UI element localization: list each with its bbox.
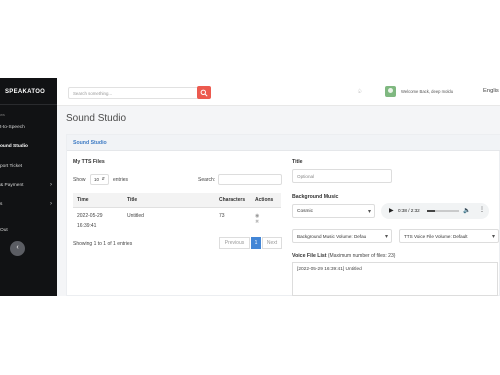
audio-player[interactable]: ▶ 0:38 / 2:32 🔈 ⋮ [381,203,489,219]
sidebar-divider [0,104,57,105]
sidebar-item-label: Out [0,228,8,233]
entries-count: 10 [94,177,99,182]
column-header-characters[interactable]: Characters [215,193,251,208]
sidebar: SPEAKATOO ws t-to-Speech ound Studio por… [0,78,57,296]
tts-files-table: Time Title Characters Actions 2022-05-29… [73,193,281,234]
time-clock: 16:39:41 [77,222,97,229]
card-header: Sound Studio [67,135,500,151]
sidebar-item-text-to-speech[interactable]: t-to-Speech [0,123,57,133]
search-placeholder: Search something... [73,91,113,96]
table-header-row: Time Title Characters Actions [73,193,281,208]
column-header-title[interactable]: Title [123,193,215,208]
background-volume-select[interactable]: Background Music Volume: Defau ▾ [292,229,392,243]
volume-icon[interactable]: 🔈 [463,207,470,214]
background-music-select[interactable]: Cosmic ▾ [292,204,375,218]
table-search-input[interactable] [218,174,282,185]
voice-file-list-hint: (Maximum number of files: 23) [327,253,396,259]
chevron-right-icon: › [50,201,52,207]
entries-select[interactable]: 10 ⇵ [90,174,109,185]
pagination-next[interactable]: Next [262,237,282,249]
time-date: 2022-05-29 [77,212,103,219]
sidebar-item-payment[interactable]: & Payment › [0,181,57,191]
background-music-value: Cosmic [297,209,313,214]
tts-volume-value: TTS Voice File Volume: Default [404,234,468,239]
title-placeholder: Optional [297,174,315,179]
sidebar-item-label: s [0,202,3,207]
avatar[interactable] [385,86,396,97]
sidebar-item-label: t-to-Speech [0,125,25,130]
play-icon[interactable]: ▶ [389,207,394,214]
chevron-right-icon: › [50,182,52,188]
voice-file-list[interactable]: [2022-05-29 16:39:41] Untitled [292,262,498,296]
sidebar-collapse-button[interactable]: ‹ [10,241,25,256]
column-header-actions: Actions [251,193,281,208]
brand-logo: SPEAKATOO [5,89,46,95]
search-button[interactable] [197,86,211,99]
chevron-down-icon: ▾ [491,234,495,240]
cell-time: 2022-05-29 16:39:41 [73,207,123,234]
chevron-down-icon: ▾ [367,209,371,215]
voice-file-list-item: [2022-05-29 16:39:41] Untitled [297,267,362,272]
sidebar-item-logout[interactable]: Out [0,226,57,236]
language-selector[interactable]: Englis [483,88,499,94]
background-music-label: Background Music [292,194,339,200]
sidebar-item-label: & Payment [0,183,24,188]
background-volume-value: Background Music Volume: Defau [297,234,367,239]
sidebar-item-settings[interactable]: s › [0,200,57,210]
bell-icon[interactable]: ♤ [357,88,362,95]
voice-file-list-label: Voice File List [292,253,327,259]
table-row: 2022-05-29 16:39:41 Untitled 73 ◉ ✖ [73,207,281,234]
audio-progress-fill [427,210,435,212]
sidebar-item-support-ticket[interactable]: port Ticket [0,162,57,172]
title-input[interactable]: Optional [292,169,392,183]
column-header-time[interactable]: Time [73,193,123,208]
pagination-page-1[interactable]: 1 [251,237,261,249]
sidebar-item-label: port Ticket [0,164,23,169]
cell-title: Untitled [127,212,144,219]
voice-file-list-heading: Voice File List (Maximum number of files… [292,253,395,259]
audio-time: 0:38 / 2:32 [398,208,420,213]
cell-actions: ◉ ✖ [251,207,281,234]
table-info: Showing 1 to 1 of 1 entries [73,241,133,247]
card-header-title: Sound Studio [73,140,107,146]
delete-icon[interactable]: ✖ [255,219,277,225]
tts-volume-select[interactable]: TTS Voice File Volume: Default ▾ [399,229,499,243]
chevron-down-icon: ▾ [384,234,388,240]
cell-characters: 73 [219,212,225,219]
entries-label: entries [113,177,129,183]
tts-files-heading: My TTS Files [73,159,105,165]
sidebar-item-sound-studio[interactable]: ound Studio [0,142,57,152]
sidebar-item-label: ound Studio [0,144,28,149]
topbar: Search something... ♤ Welcome Back, deep… [57,78,500,106]
chevron-down-icon: ⇵ [101,176,105,181]
title-label: Title [292,159,303,165]
search-icon [200,89,208,97]
welcome-text: Welcome Back, deep moldu [401,89,454,94]
show-label: Show [73,177,86,183]
pagination-previous[interactable]: Previous [219,237,250,249]
page-title: Sound Studio [66,113,127,124]
sidebar-section-label: ws [0,112,5,117]
more-options-icon[interactable]: ⋮ [479,206,485,213]
table-search-label: Search: [198,177,216,183]
search-input[interactable]: Search something... [68,87,208,99]
